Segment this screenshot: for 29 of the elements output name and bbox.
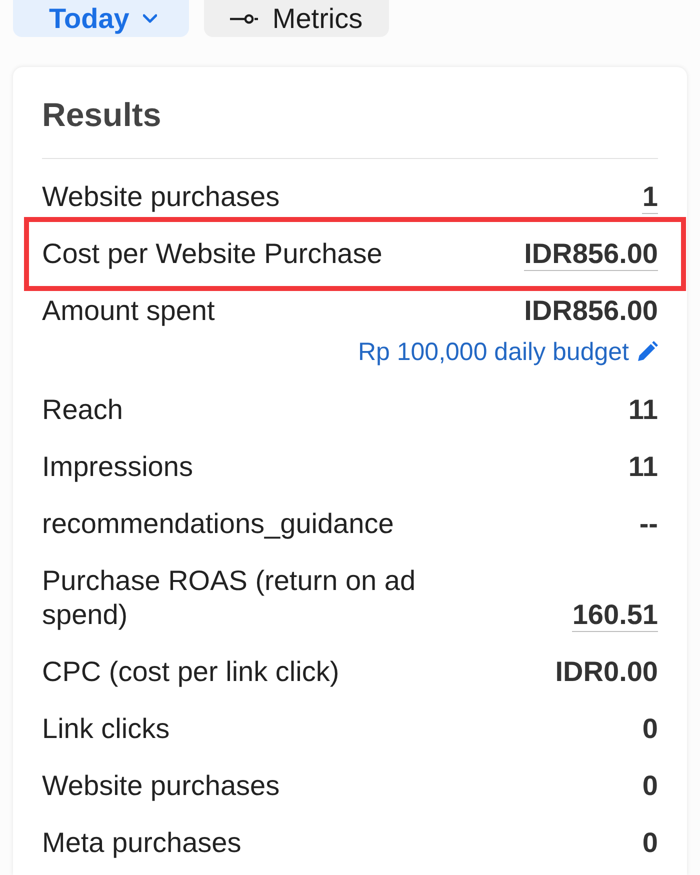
metric-value: 160.51 — [572, 600, 658, 632]
metric-label: Website purchases — [42, 768, 280, 802]
budget-link[interactable]: Rp 100,000 daily budget — [358, 338, 658, 366]
filter-chip[interactable]: Metrics — [204, 0, 389, 37]
metric-label: Purchase ROAS (return on ad spend) — [42, 564, 417, 632]
metric-value: IDR856.00 — [524, 238, 658, 270]
metric-value: 0 — [642, 770, 658, 800]
metric-label: Meta purchases — [42, 826, 242, 860]
metric-label: Link clicks — [42, 712, 170, 746]
metric-label: Cost per Website Purchase — [42, 236, 382, 270]
pencil-icon — [637, 341, 658, 362]
slider-icon — [230, 12, 258, 24]
metric-value: -- — [639, 508, 658, 538]
metric-label: Amount spent — [42, 294, 215, 328]
metric-value: 0 — [642, 828, 658, 858]
metric-value: 11 — [628, 394, 658, 424]
metric-value: 11 — [628, 452, 658, 482]
metric-label: Website purchases — [42, 180, 280, 214]
metric-label: CPC (cost per link click) — [42, 654, 340, 688]
metric-value: 0 — [642, 714, 658, 744]
metric-label: Reach — [42, 392, 123, 426]
card-title: Results — [42, 97, 162, 133]
metric-value: 1 — [642, 182, 658, 214]
caret-icon — [143, 14, 158, 23]
metric-value: IDR0.00 — [555, 656, 658, 686]
metric-value: IDR856.00 — [524, 296, 658, 326]
metric-label: Impressions — [42, 450, 193, 484]
filter-chip[interactable]: Today — [13, 0, 190, 37]
metric-label: recommendations_guidance — [42, 506, 394, 540]
